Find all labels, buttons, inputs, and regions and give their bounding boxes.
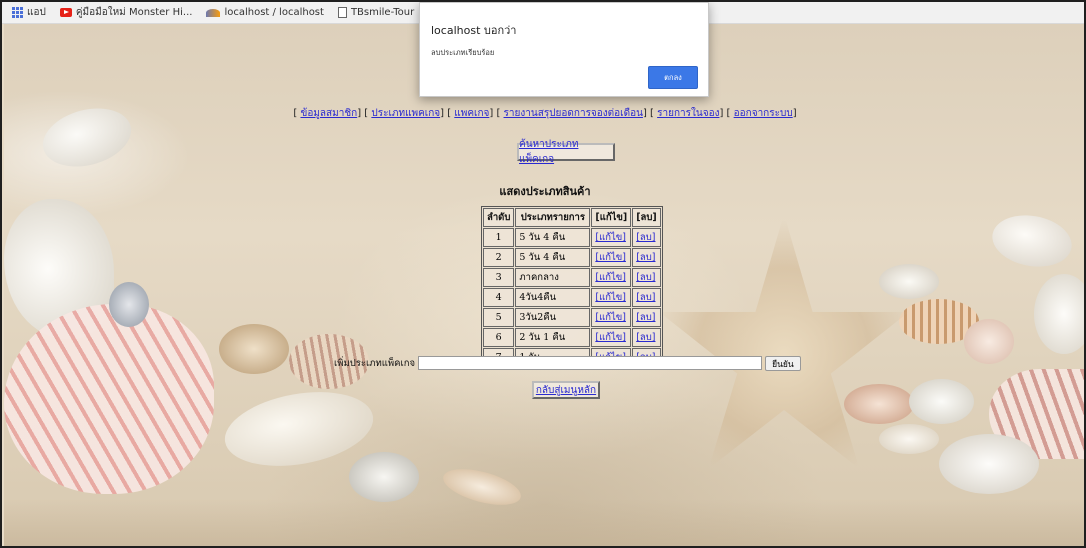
confirm-button[interactable]: ยืนยัน [765,355,801,371]
nav-logout[interactable]: ออกจากระบบ [734,108,793,119]
nav-bookings[interactable]: รายการในจอง [657,108,719,119]
shell-decoration [1034,274,1084,354]
row-type-name: ภาคกลาง [515,268,591,287]
page-icon [337,7,347,18]
row-type-name: 5 วัน 4 คืน [515,228,591,247]
section-title: แสดงประเภทสินค้า [499,185,591,198]
table-row: 6 2 วัน 1 คืน [แก้ไข] [ลบ] [483,328,661,347]
ok-button[interactable]: ตกลง [648,66,698,89]
edit-link[interactable]: [แก้ไข] [595,232,626,243]
edit-link[interactable]: [แก้ไข] [595,312,626,323]
row-number: 5 [483,308,515,327]
edit-link[interactable]: [แก้ไข] [595,332,626,343]
bookmark-phpmyadmin[interactable]: localhost / localhost [206,7,324,18]
shell-decoration [988,209,1076,273]
add-package-type-label: เพิ่มประเภทแพ็คเกจ [334,357,416,369]
browser-window: แอป คู่มือมือใหม่ Monster Hi... localhos… [0,0,1086,548]
nav-monthly-report[interactable]: รายงานสรุปยอดการจองต่อเดือน [504,108,643,119]
phpmyadmin-icon [206,8,221,17]
row-type-name: 2 วัน 1 คืน [515,328,591,347]
header-no: ลำดับ [483,208,515,227]
package-type-input[interactable] [418,356,763,370]
alert-title: localhost บอกว่า [431,24,517,37]
shell-decoration [879,264,939,299]
page-content: [ ข้อมูลสมาชิก] [ ประเภทแพคเกจ] [ แพคเกจ… [4,24,1084,546]
shell-decoration [844,384,914,424]
sand-shadow [4,499,1084,546]
row-number: 6 [483,328,515,347]
delete-link[interactable]: [ลบ] [636,312,655,323]
header-delete: [ลบ] [632,208,661,227]
delete-link[interactable]: [ลบ] [636,332,655,343]
bookmark-apps[interactable]: แอป [12,5,46,20]
delete-link[interactable]: [ลบ] [636,292,655,303]
row-type-name: 5 วัน 4 คืน [515,248,591,267]
shell-decoration [4,304,214,494]
edit-link[interactable]: [แก้ไข] [595,292,626,303]
delete-link[interactable]: [ลบ] [636,252,655,263]
row-number: 1 [483,228,515,247]
table-row: 3 ภาคกลาง [แก้ไข] [ลบ] [483,268,661,287]
row-type-name: 3วัน2คืน [515,308,591,327]
delete-link[interactable]: [ลบ] [636,272,655,283]
shell-decoration [109,282,149,327]
table-row: 1 5 วัน 4 คืน [แก้ไข] [ลบ] [483,228,661,247]
bookmark-youtube[interactable]: คู่มือมือใหม่ Monster Hi... [59,5,193,20]
row-number: 3 [483,268,515,287]
shell-decoration [219,324,289,374]
bookmark-label: localhost / localhost [224,7,324,18]
bookmark-label: แอป [27,7,46,18]
edit-link[interactable]: [แก้ไข] [595,252,626,263]
table-row: 5 3วัน2คืน [แก้ไข] [ลบ] [483,308,661,327]
add-package-type-form: เพิ่มประเภทแพ็คเกจ ยืนยัน [334,355,801,371]
header-type: ประเภทรายการ [515,208,591,227]
edit-link[interactable]: [แก้ไข] [595,272,626,283]
nav-package[interactable]: แพคเกจ [454,108,489,119]
row-number: 4 [483,288,515,307]
package-type-table: ลำดับ ประเภทรายการ [แก้ไข] [ลบ] 1 5 วัน … [481,206,663,369]
table-row: 4 4วัน4คืน [แก้ไข] [ลบ] [483,288,661,307]
header-edit: [แก้ไข] [591,208,632,227]
shell-decoration [939,434,1039,494]
bookmark-label: คู่มือมือใหม่ Monster Hi... [75,7,193,18]
shell-decoration [349,452,419,502]
back-to-main-menu-button[interactable]: กลับสู่เมนูหลัก [532,381,600,399]
shell-decoration [909,379,974,424]
main-nav: [ ข้อมูลสมาชิก] [ ประเภทแพคเกจ] [ แพคเกจ… [293,108,797,119]
shell-decoration [879,424,939,454]
nav-member-info[interactable]: ข้อมูลสมาชิก [300,108,357,119]
bookmark-label: TBsmile-Tour [350,7,415,18]
delete-link[interactable]: [ลบ] [636,232,655,243]
row-number: 2 [483,248,515,267]
youtube-icon [59,8,72,17]
alert-dialog: localhost บอกว่า ลบประเภทเรียบร้อย ตกลง [419,2,709,97]
starfish-decoration [659,214,909,469]
search-package-type-button[interactable]: ค้นหาประเภทแพ็คเกจ [517,139,615,165]
shell-decoration [964,319,1014,364]
nav-package-type[interactable]: ประเภทแพคเกจ [371,108,440,119]
row-type-name: 4วัน4คืน [515,288,591,307]
apps-icon [12,7,23,18]
table-row: 2 5 วัน 4 คืน [แก้ไข] [ลบ] [483,248,661,267]
table-header-row: ลำดับ ประเภทรายการ [แก้ไข] [ลบ] [483,208,661,227]
alert-message: ลบประเภทเรียบร้อย [431,48,495,57]
bookmark-tbsmile[interactable]: TBsmile-Tour [337,7,415,18]
